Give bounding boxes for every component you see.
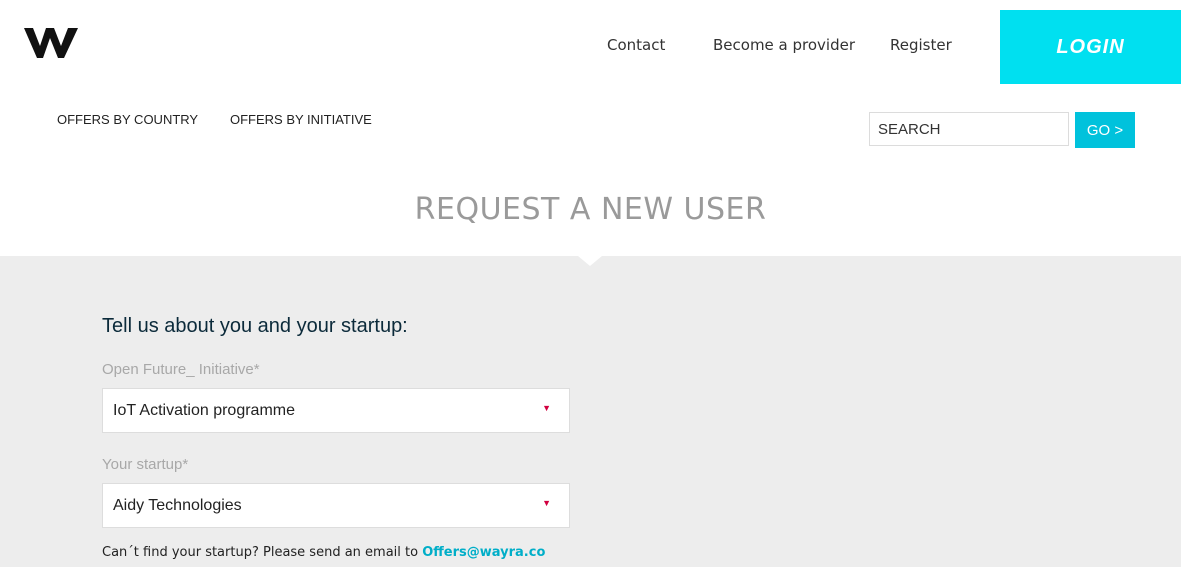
email-link[interactable]: Offers@wayra.co: [422, 545, 545, 560]
page-title: REQUEST A NEW USER: [414, 192, 767, 227]
startup-select[interactable]: Aidy Technologies ▼: [102, 483, 570, 528]
startup-label: Your startup*: [102, 456, 189, 473]
search-input[interactable]: [869, 112, 1069, 146]
wayra-logo[interactable]: [24, 24, 80, 60]
search-go-button[interactable]: GO >: [1075, 112, 1135, 148]
page: Contact Become a provider Register LOGIN…: [0, 0, 1181, 567]
nav-register-link[interactable]: Register: [890, 36, 952, 54]
help-text: Can´t find your startup? Please send an …: [102, 545, 545, 560]
nav-become-provider-link[interactable]: Become a provider: [713, 36, 855, 54]
wayra-logo-icon: [24, 28, 78, 58]
initiative-label: Open Future_ Initiative*: [102, 361, 260, 378]
help-text-message: Can´t find your startup? Please send an …: [102, 545, 423, 560]
section-pointer: [578, 256, 602, 266]
chevron-down-icon: ▼: [542, 403, 551, 413]
chevron-down-icon: ▼: [542, 498, 551, 508]
initiative-select-value: IoT Activation programme: [113, 402, 296, 419]
startup-select-value: Aidy Technologies: [113, 497, 242, 514]
nav-contact-link[interactable]: Contact: [607, 36, 665, 54]
login-button[interactable]: LOGIN: [1000, 10, 1181, 84]
form-heading: Tell us about you and your startup:: [102, 315, 408, 337]
initiative-select[interactable]: IoT Activation programme ▼: [102, 388, 570, 433]
offers-by-initiative-link[interactable]: OFFERS BY INITIATIVE: [230, 112, 372, 127]
offers-by-country-link[interactable]: OFFERS BY COUNTRY: [57, 112, 198, 127]
